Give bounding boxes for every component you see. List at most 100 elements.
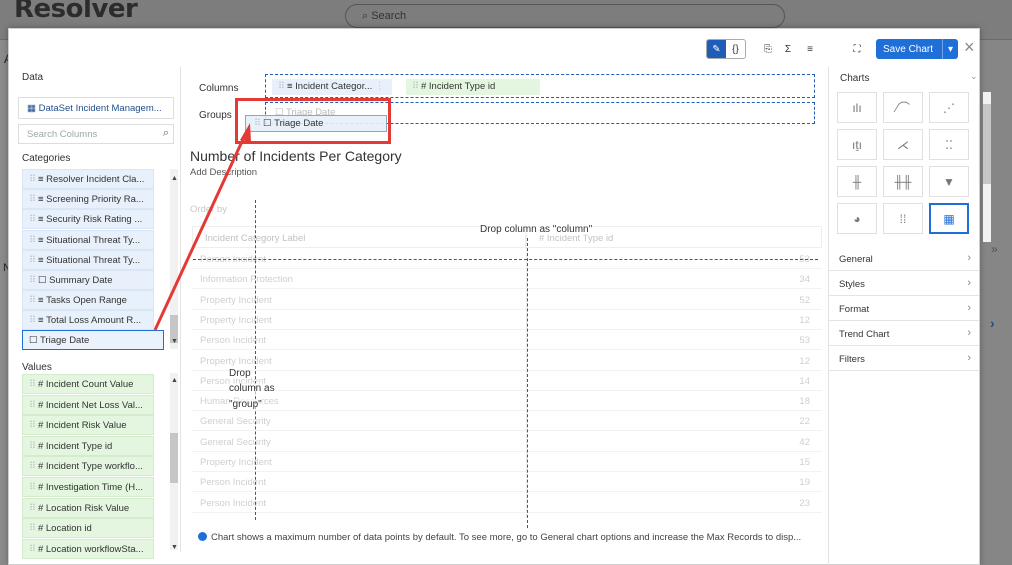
dragging-item[interactable]: ⠿ ☐ Triage Date <box>245 115 387 132</box>
section-styles[interactable]: Styles › <box>829 272 979 296</box>
code-braces-icon[interactable]: {} <box>726 40 745 58</box>
value-item[interactable]: ⠿ # Location Risk Value <box>22 497 154 518</box>
chevron-down-icon[interactable]: ⌄ <box>970 71 978 82</box>
drop-group-label: Drop <box>229 368 251 379</box>
category-item[interactable]: ⠿ ≡ Screening Priority Ra... <box>22 189 154 210</box>
drag-handle-icon[interactable]: ⠿ <box>29 482 36 493</box>
chevron-down-icon[interactable]: ▾ <box>942 39 958 59</box>
scroll-down-icon[interactable]: ▼ <box>171 544 178 551</box>
drag-handle-icon[interactable]: ⠿ <box>29 400 36 411</box>
drag-handle-icon[interactable]: ⠿ <box>29 255 36 266</box>
drag-handle-icon[interactable]: ⠿ <box>29 315 36 326</box>
drag-handle-icon[interactable]: ⠿ <box>29 441 36 452</box>
section-trend-chart[interactable]: Trend Chart › <box>829 322 979 346</box>
pencil-icon[interactable]: ✎ <box>707 40 726 58</box>
table-row: Person Incident 19 <box>192 473 822 493</box>
funnel-icon[interactable]: ▼ <box>929 166 969 197</box>
scroll-up-icon[interactable]: ▲ <box>171 377 178 384</box>
bar-chart-icon[interactable]: ılı <box>837 92 877 123</box>
row-value: 18 <box>799 396 810 408</box>
column-pill[interactable]: ⠿ ≡ Incident Categor... ⋮ <box>272 79 393 95</box>
scrollbar-thumb[interactable] <box>983 104 991 184</box>
section-filters[interactable]: Filters › <box>829 347 979 371</box>
section-format[interactable]: Format › <box>829 297 979 321</box>
column-pill[interactable]: ⠿ # Incident Type id <box>406 79 540 95</box>
edit-mode-toggle[interactable]: ✎ {} <box>706 39 746 59</box>
category-item[interactable]: ⠿ ≡ Tasks Open Range <box>22 290 154 311</box>
table-row: Human Resources18 <box>192 392 822 412</box>
row-value: 12 <box>799 355 810 367</box>
chevron-right-icon: › <box>967 302 971 314</box>
chevron-right-icon: › <box>967 277 971 289</box>
section-general[interactable]: General › <box>829 247 979 271</box>
category-item[interactable]: ⠿ ≡ Situational Threat Ty... <box>22 249 154 270</box>
drop-group-label: column as <box>229 383 275 394</box>
category-item[interactable]: ⠿ ≡ Security Risk Rating ... <box>22 209 154 230</box>
dot-grid-icon[interactable]: ⁞⁞ <box>883 203 923 234</box>
drag-handle-icon[interactable]: ⠿ <box>29 194 36 205</box>
drag-handle-icon[interactable]: ⠿ <box>29 461 36 472</box>
value-item[interactable]: ⠿ # Incident Count Value <box>22 374 154 394</box>
table-row: Property Incident 15 <box>192 453 822 472</box>
row-label: Property Incident <box>200 457 272 468</box>
horizontal-stacked-icon[interactable]: ╫╫ <box>883 166 923 197</box>
drag-handle-icon[interactable]: ⠿ <box>29 379 36 390</box>
category-item[interactable]: ⠿ ≡ Situational Threat Ty... <box>22 229 154 250</box>
footer-note: Chart shows a maximum number of data poi… <box>198 532 801 543</box>
category-item[interactable]: ⠿ ☐ Summary Date <box>22 270 154 290</box>
category-item[interactable]: ⠿ ≡ Total Loss Amount R... <box>22 310 154 331</box>
scrollbar-thumb[interactable] <box>170 433 178 483</box>
area-chart-icon[interactable]: ⋌ <box>883 129 923 160</box>
drag-handle-icon[interactable]: ⠿ <box>29 174 36 185</box>
dot-chart-icon[interactable]: ⁚⁚ <box>929 129 969 160</box>
scatter-chart-icon[interactable]: ⋰ <box>929 92 969 123</box>
triage-date-item[interactable]: ☐ Triage Date <box>22 330 164 350</box>
row-value: 19 <box>799 477 810 489</box>
drag-arrow <box>153 123 251 331</box>
row-label: Property Incident <box>200 355 272 367</box>
line-chart-icon[interactable]: ∕⌒ <box>883 92 923 123</box>
table-icon[interactable]: ▦ <box>929 203 969 234</box>
drag-handle-icon[interactable]: ⠿ <box>29 544 36 555</box>
close-icon[interactable]: × <box>964 37 975 58</box>
category-item[interactable]: ⠿ ≡ Resolver Incident Cla... <box>22 169 154 189</box>
charts-title: Charts <box>840 73 870 84</box>
value-item[interactable]: ⠿ # Incident Risk Value <box>22 415 154 436</box>
export-icon[interactable]: ⎘ <box>761 39 775 59</box>
drag-handle-icon[interactable]: ⠿ <box>29 503 36 514</box>
value-item[interactable]: ⠿ # Incident Type id <box>22 435 154 456</box>
global-search[interactable]: ⌕ Search <box>345 4 785 28</box>
horizontal-bar-icon[interactable]: ╫ <box>837 166 877 197</box>
drag-handle-icon[interactable]: ⠿ <box>29 275 36 286</box>
stacked-bar-icon[interactable]: ıṯı <box>837 129 877 160</box>
save-chart-button[interactable]: Save Chart ▾ <box>876 39 958 59</box>
chevron-right-icon: › <box>967 352 971 364</box>
drag-handle-icon[interactable]: ⠿ <box>29 523 36 534</box>
drag-handle-icon[interactable]: ⠿ <box>29 420 36 431</box>
value-item[interactable]: ⠿ # Investigation Time (H... <box>22 477 154 497</box>
filter-icon[interactable]: ≡ <box>803 39 817 59</box>
drop-indicator-line <box>527 238 528 528</box>
drag-handle-icon[interactable]: ⠿ <box>29 214 36 225</box>
expand-icon[interactable]: ⛶ <box>850 39 864 59</box>
drag-handle-icon[interactable]: ⠿ <box>29 295 36 306</box>
next-arrow-icon[interactable]: › <box>990 315 995 331</box>
value-item[interactable]: ⠿ # Incident Type workflo... <box>22 456 154 477</box>
dataset-selector[interactable]: ▦ DataSet Incident Managem... <box>18 97 174 119</box>
row-label: Person Incident <box>200 477 267 489</box>
value-item[interactable]: ⠿ # Location workflowSta... <box>22 538 154 559</box>
drop-group-label: "group" <box>229 399 262 410</box>
row-label: Person Incident <box>200 497 267 509</box>
categories-heading: Categories <box>22 153 71 164</box>
drag-handle-icon[interactable]: ⠿ <box>29 235 36 246</box>
value-item[interactable]: ⠿ # Location id <box>22 518 154 539</box>
info-icon <box>198 532 207 541</box>
expand-panel-icon[interactable]: » <box>991 242 998 256</box>
value-item[interactable]: ⠿ # Incident Net Loss Val... <box>22 394 154 415</box>
row-value: 14 <box>799 375 810 387</box>
sigma-icon[interactable]: Σ <box>781 39 795 59</box>
table-row: Person Incident 53 <box>192 331 822 351</box>
pie-chart-icon[interactable]: ◕ <box>837 203 877 234</box>
table-row: Person Incident 23 <box>192 494 822 513</box>
drop-indicator-line <box>193 259 818 260</box>
